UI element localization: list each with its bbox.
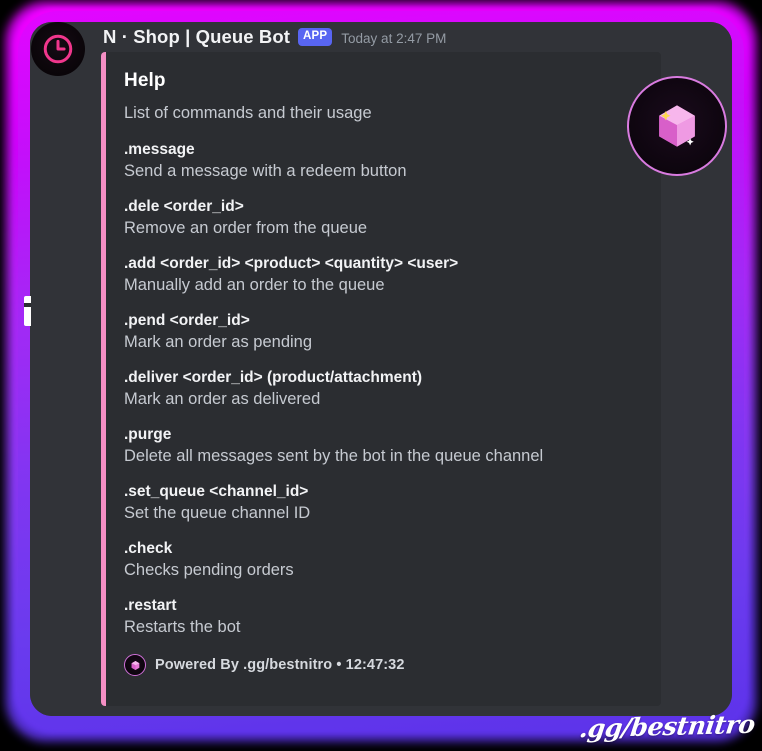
embed-thumbnail[interactable] xyxy=(627,76,727,176)
embed-field-name: .check xyxy=(124,540,173,557)
embed-footer: Powered By .gg/bestnitro • 12:47:32 xyxy=(124,654,645,676)
content-panel: N · Shop | Queue Bot APP Today at 2:47 P… xyxy=(30,22,732,716)
embed-title: Help xyxy=(124,70,166,91)
pink-gem-icon-small xyxy=(131,660,139,670)
username[interactable]: N · Shop | Queue Bot xyxy=(103,26,290,48)
embed-description: List of commands and their usage xyxy=(124,104,372,122)
embed-field-name: .pend <order_id> xyxy=(124,312,250,329)
embed-field-value: Send a message with a redeem button xyxy=(124,162,407,180)
embed-field-value: Delete all messages sent by the bot in t… xyxy=(124,447,544,465)
chat-message: N · Shop | Queue Bot APP Today at 2:47 P… xyxy=(30,22,732,716)
edge-artifact xyxy=(24,296,31,326)
embed-field-value: Remove an order from the queue xyxy=(124,219,368,237)
embed-field-name: .deliver <order_id> (product/attachment) xyxy=(124,369,423,386)
embed-field: .message Send a message with a redeem but… xyxy=(124,141,645,181)
embed-field-name: .add <order_id> <product> <quantity> <us… xyxy=(124,255,459,272)
embed-field-value: Restarts the bot xyxy=(124,618,241,636)
chat-background: N · Shop | Queue Bot APP Today at 2:47 P… xyxy=(30,22,732,716)
embed-field-name: .restart xyxy=(124,597,177,614)
embed-card: Help List of commands and their usage .m… xyxy=(101,52,727,706)
avatar[interactable] xyxy=(31,22,85,76)
embed-field: .pend <order_id> Mark an order as pending xyxy=(124,312,645,352)
message-timestamp: Today at 2:47 PM xyxy=(341,30,447,46)
embed-field: .set_queue <channel_id> Set the queue cha… xyxy=(124,483,645,523)
footer-text: Powered By .gg/bestnitro • 12:47:32 xyxy=(155,657,405,673)
embed-field-value: Mark an order as pending xyxy=(124,333,313,351)
embed-field-value: Set the queue channel ID xyxy=(124,504,311,522)
clock-icon xyxy=(43,34,73,64)
embed-field-value: Mark an order as delivered xyxy=(124,390,321,408)
app-badge: APP xyxy=(298,28,333,46)
watermark: .gg/bestnitro xyxy=(577,709,757,744)
embed-fields: .message Send a message with a redeem but… xyxy=(124,141,645,637)
embed-field: .add <order_id> <product> <quantity> <us… xyxy=(124,255,645,295)
embed-field-value: Manually add an order to the queue xyxy=(124,276,385,294)
embed-field-value: Checks pending orders xyxy=(124,561,294,579)
embed-field: .deliver <order_id> (product/attachment)… xyxy=(124,369,645,409)
embed-field-name: .purge xyxy=(124,426,172,443)
embed-field-name: .dele <order_id> xyxy=(124,198,244,215)
app-frame: N · Shop | Queue Bot APP Today at 2:47 P… xyxy=(0,0,762,751)
embed-field: .dele <order_id> Remove an order from the… xyxy=(124,198,645,238)
embed-field-name: .message xyxy=(124,141,195,158)
embed-field: .purge Delete all messages sent by the bo… xyxy=(124,426,645,466)
message-header: N · Shop | Queue Bot APP Today at 2:47 P… xyxy=(103,25,446,49)
embed-field-name: .set_queue <channel_id> xyxy=(124,483,309,500)
pink-gem-icon xyxy=(659,105,695,147)
footer-gem-icon xyxy=(124,654,146,676)
embed-field: .check Checks pending orders xyxy=(124,540,645,580)
embed-field: .restart Restarts the bot xyxy=(124,597,645,637)
